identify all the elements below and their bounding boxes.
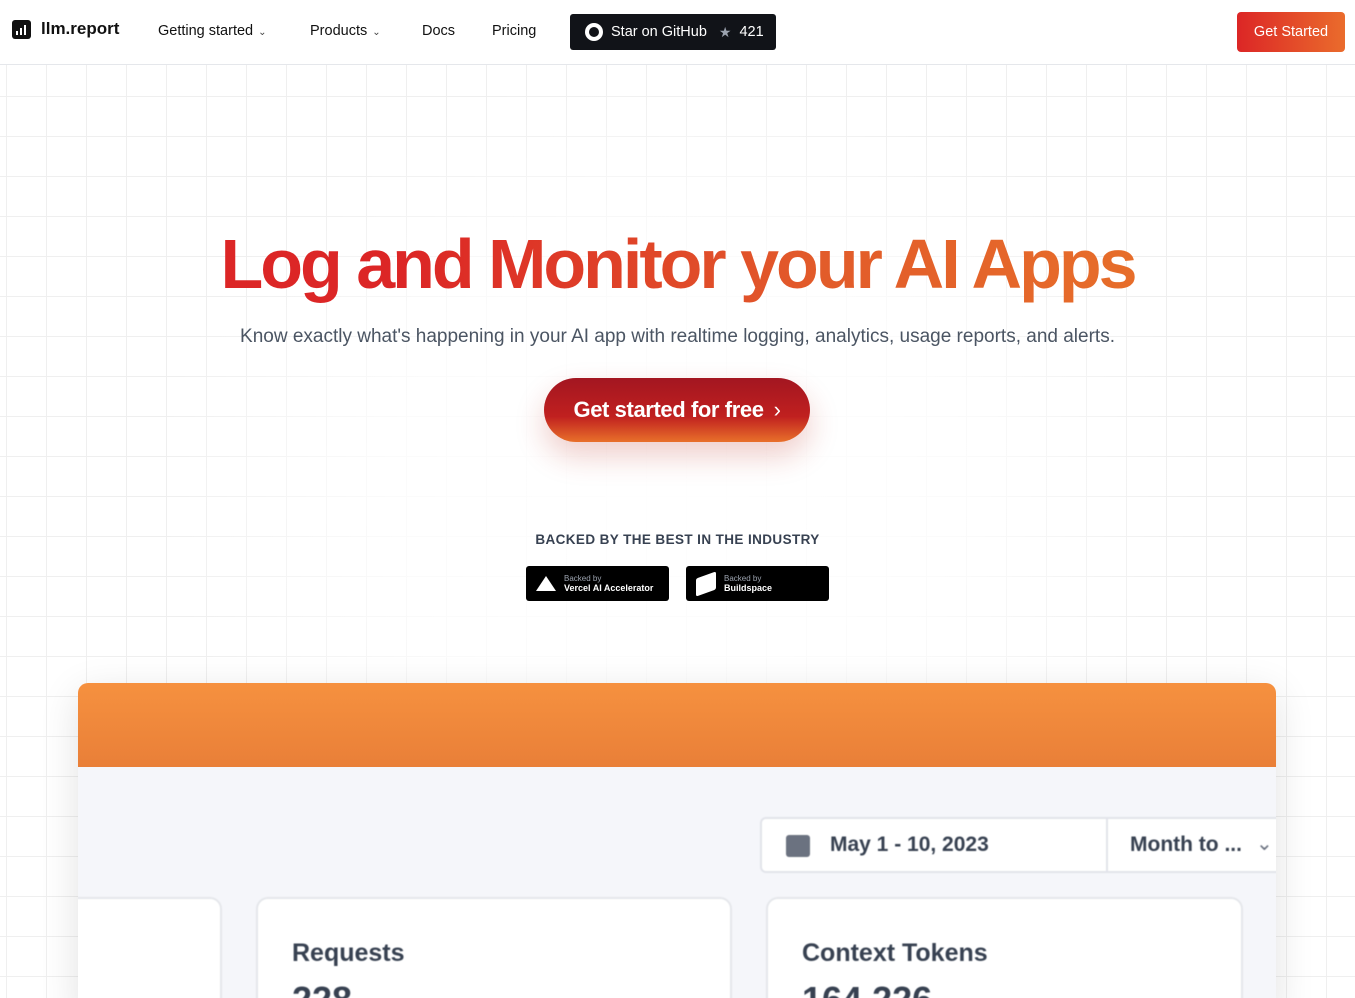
- metric-title: Context Tokens: [802, 939, 988, 967]
- get-started-button[interactable]: Get Started: [1237, 12, 1345, 52]
- date-range-value: May 1 - 10, 2023: [830, 833, 989, 856]
- calendar-icon: [786, 835, 810, 857]
- divider: [1106, 819, 1108, 873]
- get-started-free-label: Get started for free: [573, 397, 764, 422]
- metric-title: Requests: [292, 939, 405, 967]
- chevron-down-icon: ⌄: [372, 26, 381, 38]
- github-star-count: 421: [739, 24, 764, 40]
- badge-name: Buildspace: [724, 582, 773, 593]
- github-star-label: Star on GitHub: [611, 24, 707, 40]
- get-started-free-button[interactable]: Get started for free ›: [544, 378, 810, 442]
- metric-value: 164,226: [802, 979, 932, 998]
- github-star-button[interactable]: Star on GitHub ★ 421: [570, 14, 776, 50]
- hero-title: Log and Monitor your AI Apps: [0, 222, 1355, 306]
- top-nav: llm.report Getting started ⌄ Products ⌄ …: [0, 0, 1355, 65]
- nav-docs-label: Docs: [422, 23, 456, 39]
- badge-small-text: Backed by: [564, 573, 602, 583]
- badge-small-text: Backed by: [724, 573, 762, 583]
- logo[interactable]: llm.report: [12, 19, 119, 39]
- vercel-triangle-icon: [536, 576, 556, 591]
- nav-pricing-label: Pricing: [492, 23, 537, 39]
- github-icon: [585, 23, 603, 41]
- badge-name: Vercel AI Accelerator: [564, 582, 654, 593]
- star-icon: ★: [718, 23, 732, 40]
- date-range-picker[interactable]: May 1 - 10, 2023 Month to ... ⌄: [760, 817, 1276, 873]
- nav-products[interactable]: Products ⌄: [310, 23, 381, 39]
- chevron-down-icon: ⌄: [258, 26, 267, 38]
- metric-card-context-tokens: Context Tokens 164,226: [766, 897, 1243, 998]
- nav-docs[interactable]: Docs: [422, 23, 455, 39]
- metric-card-requests: Requests 228: [256, 897, 732, 998]
- dashboard-header-bar: [78, 683, 1276, 767]
- metric-card-partial: [78, 897, 222, 998]
- logo-text: llm.report: [41, 19, 120, 38]
- chevron-right-icon: ›: [773, 397, 781, 422]
- nav-getting-started[interactable]: Getting started ⌄: [158, 23, 267, 39]
- chevron-down-icon: ⌄: [1256, 833, 1273, 855]
- bar-chart-icon: [12, 19, 31, 39]
- buildspace-icon: [696, 570, 716, 597]
- period-select-value[interactable]: Month to ...: [1130, 833, 1242, 857]
- nav-getting-started-label: Getting started: [158, 23, 254, 39]
- nav-products-label: Products: [310, 23, 368, 39]
- metric-value: 228: [292, 979, 352, 998]
- buildspace-badge[interactable]: Backed by Buildspace: [686, 566, 829, 601]
- nav-pricing[interactable]: Pricing: [492, 23, 536, 39]
- hero-subtitle: Know exactly what's happening in your AI…: [240, 326, 1115, 347]
- backed-by-label: BACKED BY THE BEST IN THE INDUSTRY: [535, 532, 820, 547]
- vercel-badge[interactable]: Backed by Vercel AI Accelerator: [526, 566, 669, 601]
- dashboard-preview: May 1 - 10, 2023 Month to ... ⌄ Requests…: [78, 683, 1276, 998]
